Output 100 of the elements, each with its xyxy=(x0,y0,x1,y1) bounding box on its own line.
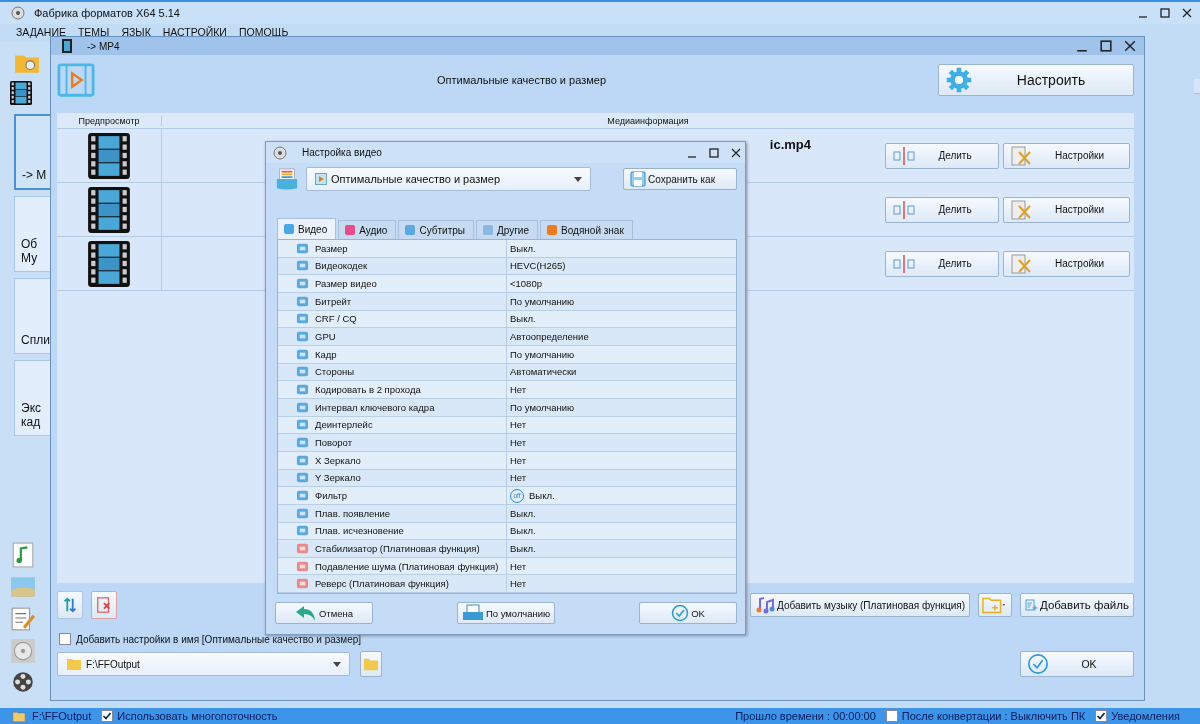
setting-value[interactable]: Автоопределение xyxy=(510,331,589,343)
setting-value[interactable]: Нет xyxy=(510,472,527,484)
ok-button[interactable]: OK xyxy=(639,602,737,624)
ok-button[interactable]: OK xyxy=(1020,651,1134,677)
split-icon xyxy=(892,253,916,274)
setting-value[interactable]: Выкл. xyxy=(510,543,536,554)
setting-value[interactable]: Выкл. xyxy=(510,525,536,537)
setting-value[interactable]: По умолчанию xyxy=(510,348,575,360)
default-button[interactable]: По умолчанию xyxy=(457,602,555,624)
menu-item[interactable]: ЯЗЫК xyxy=(121,26,151,40)
setting-value[interactable]: Выкл. xyxy=(529,490,555,501)
sort-button[interactable] xyxy=(57,591,83,619)
setting-name: Поворот xyxy=(315,437,353,449)
tab-icon xyxy=(284,224,294,234)
checkbox-label: Уведомления xyxy=(1111,710,1180,722)
setting-name: Подавление шума (Платиновая функция) xyxy=(315,560,499,572)
checkbox[interactable] xyxy=(101,710,114,722)
setting-value[interactable]: Нет xyxy=(510,437,527,449)
setting-name: Стороны xyxy=(315,366,355,378)
dropdown-arrow-icon xyxy=(574,176,582,182)
setting-icon xyxy=(296,259,309,273)
film-icon xyxy=(88,186,130,233)
setting-icon xyxy=(296,365,309,379)
settings-button[interactable]: Настройки xyxy=(1003,142,1130,169)
setting-value[interactable]: Нет xyxy=(510,454,527,466)
configure-button[interactable]: Настроить xyxy=(938,64,1134,96)
setting-icon xyxy=(296,400,309,414)
tab[interactable]: Аудио xyxy=(338,220,397,239)
music-note-icon[interactable] xyxy=(10,542,36,568)
film-icon xyxy=(88,240,130,287)
save-as-button[interactable]: Сохранить как xyxy=(623,168,737,190)
close-button[interactable] xyxy=(1124,40,1136,52)
setting-name: Y Зеркало xyxy=(315,472,361,484)
cancel-button[interactable]: Отмена xyxy=(275,602,373,624)
setting-name: GPU xyxy=(315,331,336,343)
split-button[interactable]: Делить xyxy=(885,250,999,277)
setting-name: Кадр xyxy=(315,348,337,360)
menu-item[interactable]: ЗАДАНИЕ xyxy=(16,26,66,40)
setting-icon xyxy=(296,453,309,467)
setting-value[interactable]: Автоматически xyxy=(510,366,577,378)
setting-icon xyxy=(296,294,309,308)
folder-add-icon xyxy=(982,595,1008,615)
checkbox[interactable] xyxy=(885,710,898,722)
dialog-title: Настройка видео xyxy=(302,147,382,158)
dropdown-arrow-icon xyxy=(333,661,341,667)
setting-value[interactable]: Нет xyxy=(510,578,527,590)
menu-item[interactable]: НАСТРОЙКИ xyxy=(162,26,227,40)
checkbox-label: После конвертации : Выключить ПК xyxy=(901,710,1086,722)
close-button[interactable] xyxy=(1182,8,1192,18)
window-title: Фабрика форматов X64 5.14 xyxy=(34,7,180,19)
film-icon xyxy=(10,80,32,106)
setting-icon xyxy=(296,577,309,591)
setting-icon xyxy=(296,330,309,344)
menu-item[interactable]: ТЕМЫ xyxy=(77,26,110,40)
tab[interactable]: Субтитры xyxy=(398,220,474,239)
profile-title: Оптимальные качество и размер xyxy=(435,74,607,86)
setting-value[interactable]: Выкл. xyxy=(510,242,536,254)
preset-dropdown[interactable]: Оптимальные качество и размер xyxy=(306,167,591,191)
document-icon[interactable] xyxy=(10,606,36,632)
folder-icon[interactable] xyxy=(14,52,40,74)
menu-item[interactable]: ПОМОЩЬ xyxy=(238,26,289,40)
app-icon xyxy=(272,144,288,161)
maximize-button[interactable] xyxy=(709,147,719,158)
tab[interactable]: Водяной знак xyxy=(540,220,633,239)
settings-button[interactable]: Настройки xyxy=(1003,250,1130,277)
file-name: ic.mp4 xyxy=(769,137,811,152)
close-button[interactable] xyxy=(731,147,741,158)
setting-value[interactable]: Нет xyxy=(510,384,527,396)
maximize-button[interactable] xyxy=(1160,8,1170,18)
setting-icon xyxy=(296,489,309,502)
split-button[interactable]: Делить xyxy=(885,196,999,223)
setting-value[interactable]: <1080p xyxy=(510,278,542,290)
setting-value[interactable]: По умолчанию xyxy=(510,295,575,307)
add-file-button[interactable]: Добавить файль xyxy=(1020,593,1134,617)
setting-value[interactable]: HEVC(H265) xyxy=(510,260,566,272)
back-arrow-icon xyxy=(294,604,317,622)
setting-value[interactable]: Выкл. xyxy=(510,313,536,325)
split-icon xyxy=(892,199,916,220)
disc-icon[interactable] xyxy=(10,638,36,664)
setting-value[interactable]: По умолчанию xyxy=(510,401,575,413)
setting-icon xyxy=(296,312,309,326)
checkbox[interactable] xyxy=(1095,710,1108,722)
checkbox[interactable] xyxy=(59,633,71,645)
split-icon xyxy=(892,145,916,166)
setting-value[interactable]: Нет xyxy=(510,419,527,431)
setting-icon xyxy=(296,241,309,255)
settings-button[interactable]: Настройки xyxy=(1003,196,1130,223)
setting-value[interactable]: Нет xyxy=(510,560,527,572)
tab[interactable]: Видео xyxy=(277,218,337,239)
output-folder-dropdown[interactable]: F:\FFOutput xyxy=(57,652,350,676)
remove-button[interactable] xyxy=(91,591,117,619)
split-button[interactable]: Делить xyxy=(885,142,999,169)
tab[interactable]: Другие xyxy=(476,220,539,239)
setting-value[interactable]: Выкл. xyxy=(510,507,536,519)
maximize-button[interactable] xyxy=(1100,40,1112,52)
app-icon xyxy=(10,5,26,21)
window-title: -> MP4 xyxy=(87,40,120,52)
add-music-button[interactable]: Добавить музыку (Платиновая функция) xyxy=(750,593,970,617)
tab-icon xyxy=(483,225,493,235)
column-header: Предпросмотр xyxy=(57,115,162,126)
